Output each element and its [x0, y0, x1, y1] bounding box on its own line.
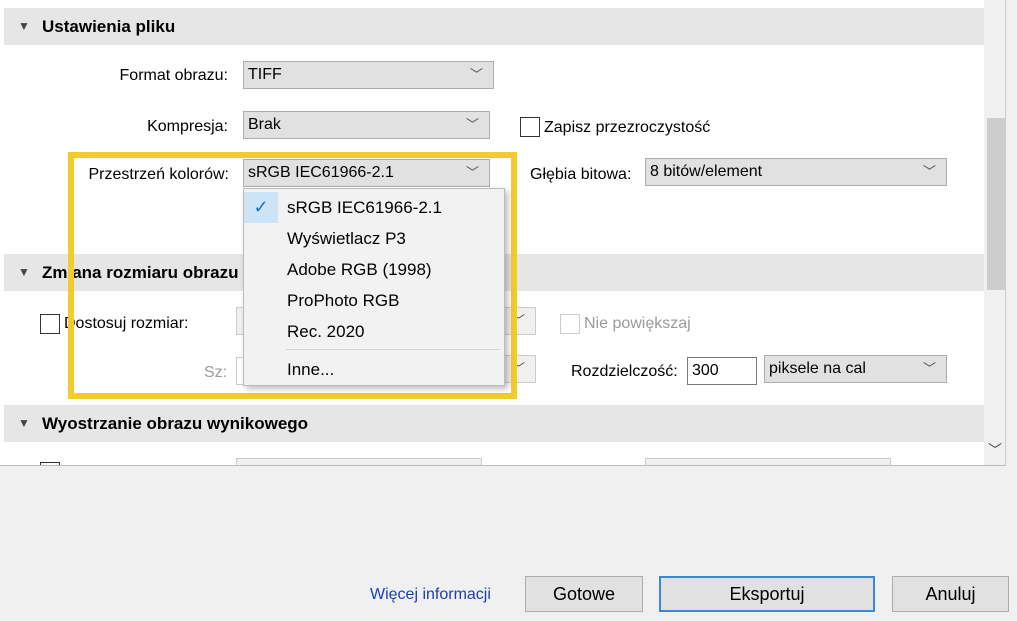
transparency-label: Zapisz przezroczystość [544, 119, 711, 136]
dropdown-separator [286, 349, 500, 350]
format-label: Format obrazu: [119, 67, 228, 84]
dropdown-item-rec2020[interactable]: Rec. 2020 [244, 316, 504, 347]
bitdepth-select[interactable]: 8 bitów/element ﹀ [645, 158, 947, 186]
format-value: TIFF [248, 66, 282, 83]
section-header-file-settings[interactable]: ▼ Ustawienia pliku [4, 8, 984, 45]
compression-value: Brak [248, 116, 281, 133]
collapse-triangle-icon: ▼ [18, 19, 30, 33]
sharpen-for-select[interactable] [236, 458, 482, 465]
chevron-down-icon: ﹀ [922, 361, 936, 376]
colorspace-dropdown-menu: ✓ sRGB IEC61966-2.1 Wyświetlacz P3 Adobe… [243, 188, 505, 386]
scrollbar[interactable]: ﹀ [984, 0, 1005, 465]
bitdepth-label: Głębia bitowa: [530, 166, 632, 183]
collapse-triangle-icon: ▼ [18, 416, 30, 430]
fit-size-checkbox[interactable] [40, 314, 60, 334]
dropdown-item-srgb[interactable]: ✓ sRGB IEC61966-2.1 [244, 192, 504, 223]
resolution-input[interactable]: 300 [687, 357, 757, 385]
export-button[interactable]: Eksportuj [659, 576, 875, 612]
more-info-link[interactable]: Więcej informacji [370, 584, 491, 606]
section-header-sharpen[interactable]: ▼ Wyostrzanie obrazu wynikowego [4, 405, 984, 442]
resolution-value: 300 [692, 362, 719, 379]
export-settings-panel: ▼ Ustawienia pliku Format obrazu: TIFF ﹀… [0, 0, 1006, 466]
dropdown-item-adobe-rgb[interactable]: Adobe RGB (1998) [244, 254, 504, 285]
transparency-checkbox[interactable] [520, 117, 540, 137]
dropdown-item-prophoto-rgb[interactable]: ProPhoto RGB [244, 285, 504, 316]
sharpen-checkbox[interactable] [40, 462, 60, 465]
scrollbar-thumb[interactable] [987, 118, 1005, 290]
compression-label: Kompresja: [147, 118, 228, 135]
resolution-unit-select[interactable]: piksele na cal ﹀ [764, 355, 947, 383]
resolution-unit-value: piksele na cal [769, 360, 866, 377]
collapse-triangle-icon: ▼ [18, 265, 30, 279]
cancel-button[interactable]: Anuluj [892, 576, 1009, 612]
compression-select[interactable]: Brak ﹀ [243, 111, 490, 139]
chevron-down-icon: ﹀ [469, 67, 483, 82]
chevron-down-icon: ﹀ [922, 164, 936, 179]
checkmark-icon: ✓ [244, 192, 278, 223]
resolution-label: Rozdzielczość: [571, 363, 678, 380]
section-title: Ustawienia pliku [42, 17, 176, 36]
dropdown-item-other[interactable]: Inne... [244, 354, 504, 385]
chevron-down-icon: ﹀ [465, 117, 479, 132]
no-enlarge-label: Nie powiększaj [584, 315, 691, 332]
dropdown-item-display-p3[interactable]: Wyświetlacz P3 [244, 223, 504, 254]
bitdepth-value: 8 bitów/element [650, 163, 763, 180]
no-enlarge-checkbox[interactable] [560, 314, 580, 334]
scroll-down-arrow-icon[interactable]: ﹀ [988, 440, 1002, 460]
section-title: Wyostrzanie obrazu wynikowego [42, 414, 309, 433]
sharpen-amount-select[interactable] [645, 458, 891, 465]
done-button[interactable]: Gotowe [525, 576, 643, 612]
format-select[interactable]: TIFF ﹀ [243, 61, 494, 89]
